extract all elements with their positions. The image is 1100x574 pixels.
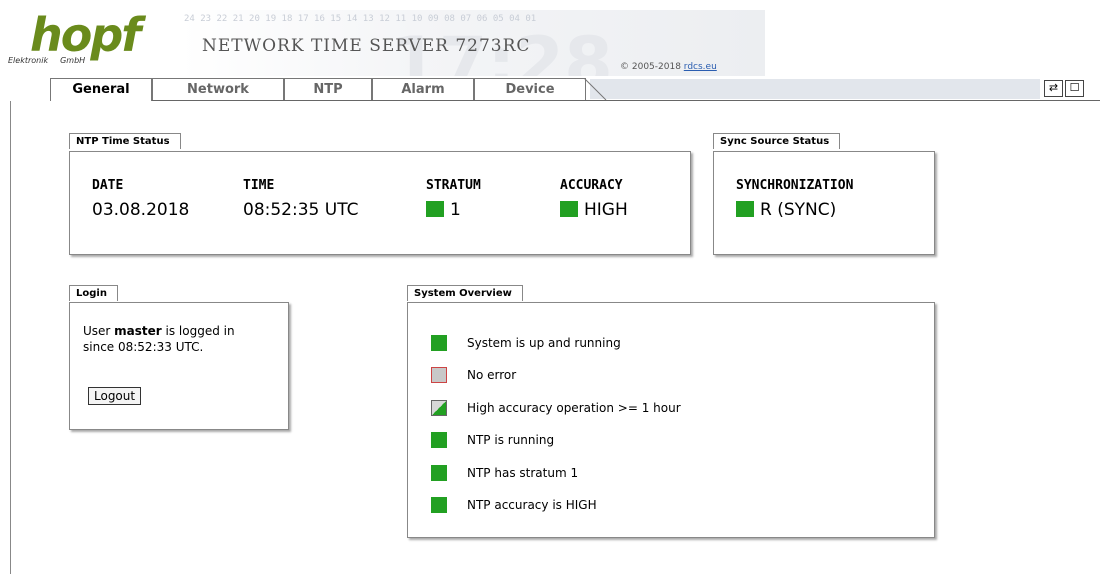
accuracy-value-text: HIGH — [584, 200, 628, 220]
tab-edge-decoration — [584, 78, 607, 100]
accuracy-value: HIGH — [560, 200, 628, 220]
login-username: master — [114, 324, 162, 338]
stratum-value-text: 1 — [450, 200, 461, 220]
synchronization-value: R (SYNC) — [736, 200, 836, 220]
logo-sub-left: Elektronik — [8, 56, 49, 65]
synchronization-heading: SYNCHRONIZATION — [736, 178, 854, 193]
tab-ntp[interactable]: NTP — [284, 78, 372, 100]
status-indicator-icon — [431, 335, 447, 351]
login-label: Login — [69, 285, 118, 301]
refresh-icon[interactable]: ⇄ — [1044, 80, 1063, 97]
popout-icon[interactable]: ☐ — [1065, 80, 1084, 97]
system-overview-panel: System is up and running No error High a… — [407, 302, 935, 538]
time-value: 08:52:35 UTC — [243, 200, 359, 220]
status-indicator-icon — [431, 497, 447, 513]
status-indicator-icon — [431, 432, 447, 448]
stratum-status-indicator — [426, 201, 444, 217]
login-prefix: User — [83, 324, 115, 338]
sync-status-indicator — [736, 201, 754, 217]
overview-item-text: System is up and running — [467, 336, 621, 350]
time-heading: TIME — [243, 178, 275, 193]
ntp-status-panel: DATE 03.08.2018 TIME 08:52:35 UTC STRATU… — [69, 151, 691, 255]
window-buttons: ⇄ ☐ — [1044, 80, 1092, 98]
synchronization-value-text: R (SYNC) — [760, 200, 837, 220]
logo-sub-right: GmbH — [60, 56, 86, 65]
copyright-link[interactable]: rdcs.eu — [684, 62, 717, 72]
login-since: since 08:52:33 UTC. — [83, 340, 204, 354]
accuracy-status-indicator — [560, 201, 578, 217]
logo-subtitle: Elektronik GmbH — [8, 56, 85, 65]
status-indicator-icon — [431, 400, 447, 416]
date-value: 03.08.2018 — [92, 200, 190, 220]
copyright-text: © 2005-2018 — [620, 62, 684, 72]
stratum-value: 1 — [426, 200, 461, 220]
date-heading: DATE — [92, 178, 124, 193]
main-content: NTP Time Status DATE 03.08.2018 TIME 08:… — [10, 101, 1100, 574]
tab-network[interactable]: Network — [152, 78, 284, 100]
tab-bar: General Network NTP Alarm Device ⇄ ☐ — [0, 78, 1100, 101]
tab-device[interactable]: Device — [474, 78, 586, 100]
ntp-status-label: NTP Time Status — [69, 133, 181, 149]
overview-item-text: High accuracy operation >= 1 hour — [467, 401, 681, 415]
overview-item-text: NTP accuracy is HIGH — [467, 498, 597, 512]
sync-status-label: Sync Source Status — [713, 133, 841, 149]
overview-item-text: No error — [467, 368, 517, 382]
header-banner: 24 23 22 21 20 19 18 17 16 15 14 13 12 1… — [180, 10, 765, 76]
page-header: hopf Elektronik GmbH 24 23 22 21 20 19 18… — [0, 0, 1100, 80]
login-message: User master is logged in since 08:52:33 … — [83, 323, 235, 355]
tab-alarm[interactable]: Alarm — [372, 78, 474, 100]
login-panel: User master is logged in since 08:52:33 … — [69, 302, 289, 430]
logo-wordmark: hopf — [30, 8, 141, 62]
tab-general[interactable]: General — [50, 78, 152, 101]
logout-button[interactable]: Logout — [88, 387, 142, 405]
hopf-logo: hopf Elektronik GmbH — [8, 8, 141, 65]
sync-status-panel: SYNCHRONIZATION R (SYNC) — [713, 151, 935, 255]
login-suffix: is logged in — [161, 324, 235, 338]
stratum-heading: STRATUM — [426, 178, 481, 193]
system-overview-label: System Overview — [407, 285, 523, 301]
copyright: © 2005-2018 rdcs.eu — [620, 62, 717, 72]
tab-bar-fill — [590, 79, 1040, 99]
accuracy-heading: ACCURACY — [560, 178, 623, 193]
status-indicator-icon — [431, 367, 447, 383]
overview-item-text: NTP is running — [467, 433, 555, 447]
overview-item-text: NTP has stratum 1 — [467, 466, 579, 480]
status-indicator-icon — [431, 465, 447, 481]
device-title: NETWORK TIME SERVER 7273RC — [202, 36, 531, 56]
